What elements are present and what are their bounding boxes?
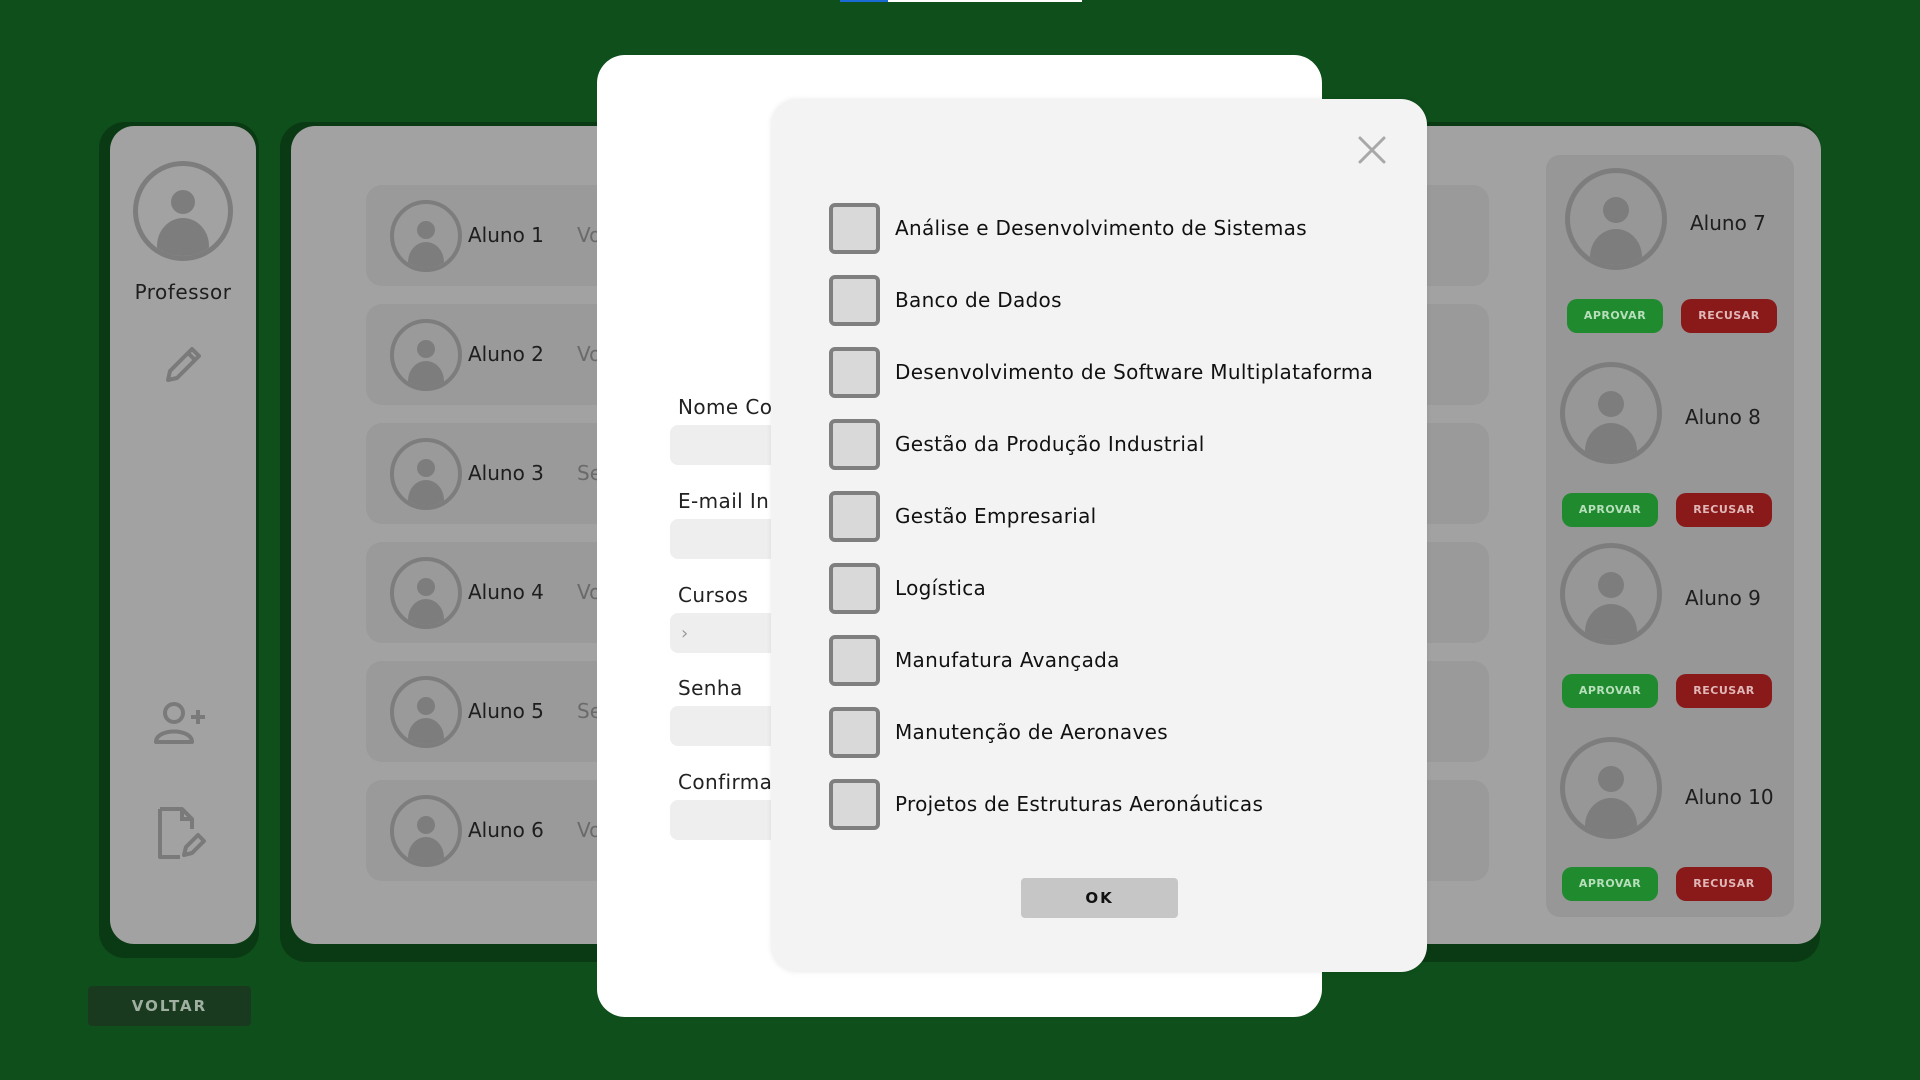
chevron-right-icon: › [681, 623, 689, 644]
professor-avatar[interactable] [133, 161, 233, 261]
pending-student-name: Aluno 9 [1685, 586, 1761, 610]
user-icon [408, 340, 444, 387]
approve-button[interactable]: APROVAR [1567, 299, 1663, 333]
ok-button[interactable]: OK [1021, 878, 1178, 918]
pending-student-avatar [1560, 543, 1662, 645]
name-label: Nome Co [678, 395, 773, 419]
back-button[interactable]: VOLTAR [88, 986, 251, 1026]
add-user-icon[interactable] [152, 700, 208, 746]
course-checkbox[interactable] [829, 635, 880, 686]
course-label: Projetos de Estruturas Aeronáuticas [895, 792, 1264, 816]
user-icon [408, 578, 444, 625]
student-avatar [390, 200, 462, 272]
student-avatar [390, 557, 462, 629]
confirm-password-label: Confirma [678, 770, 773, 794]
course-checkbox[interactable] [829, 779, 880, 830]
student-name: Aluno 5 [468, 699, 544, 723]
pencil-edit-icon[interactable] [158, 340, 208, 390]
course-checkbox[interactable] [829, 491, 880, 542]
user-icon [408, 697, 444, 744]
course-label: Análise e Desenvolvimento de Sistemas [895, 216, 1307, 240]
user-icon [408, 816, 444, 863]
top-progress-strip [840, 0, 1082, 2]
student-name: Aluno 6 [468, 818, 544, 842]
course-label: Gestão da Produção Industrial [895, 432, 1205, 456]
student-name: Aluno 1 [468, 223, 544, 247]
student-name: Aluno 3 [468, 461, 544, 485]
reject-button[interactable]: RECUSAR [1681, 299, 1777, 333]
course-checkbox[interactable] [829, 275, 880, 326]
user-icon [1585, 391, 1637, 459]
reject-button[interactable]: RECUSAR [1676, 674, 1772, 708]
user-icon [408, 459, 444, 506]
course-label: Banco de Dados [895, 288, 1062, 312]
user-icon [1590, 197, 1642, 265]
course-label: Manufatura Avançada [895, 648, 1120, 672]
student-avatar [390, 438, 462, 510]
user-icon [1585, 766, 1637, 834]
pending-student-avatar [1560, 362, 1662, 464]
course-checkbox[interactable] [829, 707, 880, 758]
pending-student-avatar [1560, 737, 1662, 839]
course-checkbox[interactable] [829, 347, 880, 398]
reject-button[interactable]: RECUSAR [1676, 493, 1772, 527]
user-icon [408, 221, 444, 268]
course-label: Manutenção de Aeronaves [895, 720, 1168, 744]
approve-button[interactable]: APROVAR [1562, 493, 1658, 527]
reject-button[interactable]: RECUSAR [1676, 867, 1772, 901]
user-icon [1585, 572, 1637, 640]
email-label: E-mail In [678, 489, 770, 513]
user-icon [157, 190, 209, 256]
approve-button[interactable]: APROVAR [1562, 674, 1658, 708]
courses-label: Cursos [678, 583, 749, 607]
approve-button[interactable]: APROVAR [1562, 867, 1658, 901]
student-name: Aluno 2 [468, 342, 544, 366]
course-checkbox[interactable] [829, 563, 880, 614]
course-label: Gestão Empresarial [895, 504, 1097, 528]
student-name: Aluno 4 [468, 580, 544, 604]
pending-student-name: Aluno 7 [1690, 211, 1766, 235]
document-edit-icon[interactable] [156, 805, 206, 861]
close-icon[interactable] [1355, 133, 1389, 167]
student-avatar [390, 795, 462, 867]
password-label: Senha [678, 676, 743, 700]
course-checkbox[interactable] [829, 419, 880, 470]
pending-student-name: Aluno 10 [1685, 785, 1774, 809]
course-label: Desenvolvimento de Software Multiplatafo… [895, 360, 1374, 384]
professor-label: Professor [134, 280, 232, 304]
top-progress-accent [840, 0, 888, 2]
pending-student-avatar [1565, 168, 1667, 270]
student-avatar [390, 676, 462, 748]
course-label: Logística [895, 576, 987, 600]
pending-student-name: Aluno 8 [1685, 405, 1761, 429]
course-checkbox[interactable] [829, 203, 880, 254]
student-avatar [390, 319, 462, 391]
